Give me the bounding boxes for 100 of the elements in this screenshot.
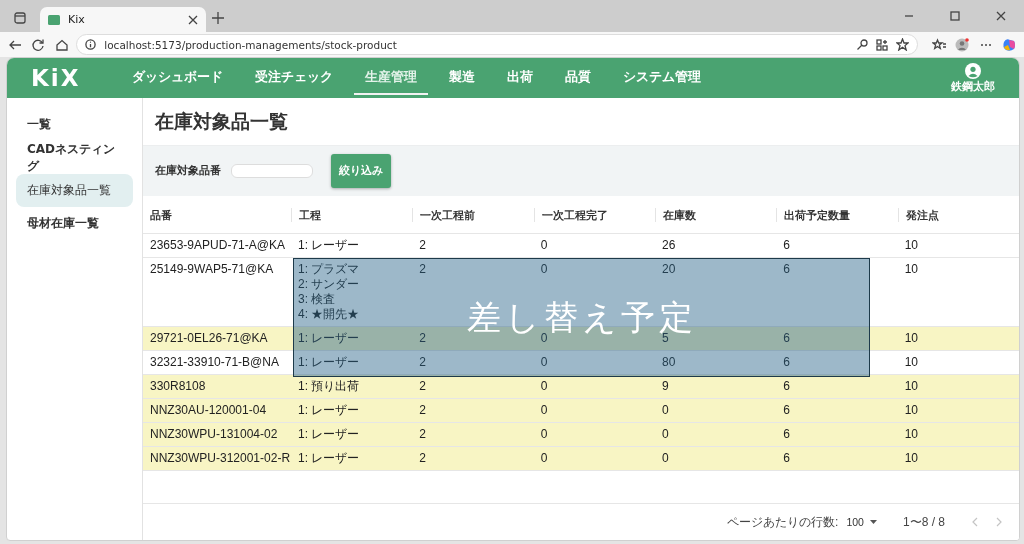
table-cell-text: NNZ30WPU-131004-02: [149, 427, 279, 442]
table-cell-text: 6: [782, 427, 791, 442]
table-cell-text: 6: [782, 331, 791, 346]
table-cell-text: 2: [418, 403, 427, 418]
table-cell-text: 80: [661, 355, 677, 370]
table-cell-text: 10: [903, 427, 919, 442]
url-text: localhost:5173/production-managements/stock-product: [104, 38, 398, 51]
table-cell-text: 1: レーザー: [298, 451, 361, 466]
table-cell-text: 2: [418, 238, 427, 253]
table-cell-text: 10: [903, 331, 919, 346]
column-header[interactable]: 発注点: [897, 207, 1019, 222]
user-icon[interactable]: [965, 62, 981, 79]
table-cell-text: 6: [782, 403, 791, 418]
tab-title: Kix: [68, 13, 86, 26]
column-header[interactable]: 一次工程完了: [533, 207, 655, 222]
table-cell-text: 0: [539, 355, 549, 370]
address-field[interactable]: localhost:5173/production-managements/stock-product: [76, 34, 919, 55]
user-name: 鉄鋼太郎: [951, 79, 995, 94]
assistant-icon[interactable]: [1002, 37, 1017, 52]
input-field[interactable]: [231, 164, 313, 178]
table-cell-text: 1: プラズマ: [298, 262, 361, 277]
grid-icon[interactable]: [876, 38, 889, 51]
table-cell-text: 2: [418, 379, 427, 394]
table-cell-text: 0: [661, 427, 670, 442]
table-cell-text: 0: [539, 451, 549, 466]
page-title: 在庫対象品一覧: [143, 98, 1019, 146]
table-cell-text: 2: [418, 451, 427, 466]
table-cell-text: 2: [418, 262, 427, 277]
column-header[interactable]: 在庫数: [655, 207, 777, 222]
table-cell-text: 2: [418, 355, 427, 370]
table-cell-text: 32321-33910-71-B@NA: [149, 355, 280, 370]
table-cell-text: 1: レーザー: [298, 331, 361, 346]
table-cell-text: 0: [539, 331, 548, 346]
table-cell-text: 6: [782, 451, 791, 466]
table-cell-text: 25149-9WAP5-71@KA: [149, 262, 275, 277]
window-icon[interactable]: [14, 12, 26, 24]
column-header[interactable]: 出荷予定数量: [776, 207, 898, 222]
table-cell-text: 23653-9APUD-71-A@KA: [149, 238, 286, 253]
table-cell-text: 10: [903, 262, 919, 277]
table-cell-text: 1: レーザー: [298, 238, 361, 253]
chevron-icon: [995, 517, 1003, 527]
sidebar-item[interactable]: 母材在庫一覧: [16, 207, 133, 240]
sidebar-item[interactable]: 在庫対象品一覧: [16, 174, 133, 207]
table-cell-text: 3: 検査: [298, 292, 337, 307]
info-icon: [85, 39, 97, 50]
table-cell-text: 2: [418, 427, 427, 442]
table-cell-text: 5: [662, 331, 669, 346]
table-cell-text: 0: [539, 379, 549, 394]
home-icon[interactable]: [54, 37, 69, 52]
maximize-icon[interactable]: [950, 11, 960, 21]
page-range: 1〜8 / 8: [902, 513, 945, 531]
table-cell-text: 6: [782, 355, 791, 370]
table-cell-text: 1: レーザー: [298, 427, 361, 442]
table-cell-text: 29721-0EL26-71@KA: [149, 331, 269, 346]
app-logo: KiX: [31, 65, 82, 91]
browser-tab[interactable]: Kix: [40, 7, 206, 32]
sidebar-item[interactable]: 一覧: [16, 108, 133, 141]
table-cell-text: 10: [903, 379, 919, 394]
table-cell-text: 10: [903, 238, 919, 253]
table-cell-text: 1: レーザー: [298, 355, 361, 370]
table-cell-text: 2: サンダー: [298, 277, 361, 292]
table-cell-text: 1: 預り出荷: [298, 379, 361, 394]
filter-label: 在庫対象品番: [155, 164, 221, 178]
table-cell-text: 6: [782, 262, 791, 277]
close-icon[interactable]: [996, 11, 1006, 21]
table-cell-text: NNZ30WPU-312001-02-R: [149, 451, 291, 466]
favorites-icon[interactable]: [931, 37, 946, 52]
new-tab-icon[interactable]: [212, 12, 224, 24]
star-icon[interactable]: [896, 38, 910, 51]
table-cell-text: 0: [539, 238, 549, 253]
table-cell-text: 6: [782, 238, 791, 253]
table-cell-text: 26: [661, 238, 677, 253]
table-cell-text: 0: [539, 262, 549, 277]
chevron-icon: [971, 517, 979, 527]
favicon: [48, 14, 60, 25]
table-cell-text: 20: [661, 262, 677, 277]
column-header[interactable]: 工程: [291, 207, 413, 222]
table-cell-text: 0: [661, 403, 670, 418]
rows-per-page-select[interactable]: 100: [846, 516, 877, 528]
table-cell-text: 10: [903, 451, 919, 466]
sidebar-item[interactable]: CADネスティング: [16, 141, 133, 174]
table-cell-text: 2: [418, 331, 427, 346]
table-cell-text: NNZ30AU-120001-04: [149, 403, 268, 418]
caret-icon: [869, 520, 877, 524]
reload-icon[interactable]: [31, 37, 46, 52]
table-cell-text: 10: [903, 403, 919, 418]
table-cell-text: 0: [661, 451, 670, 466]
table-cell-text: 6: [782, 379, 791, 394]
table-cell-text: 1: レーザー: [298, 403, 361, 418]
table-cell-text: 9: [661, 379, 670, 394]
table-cell-text: 10: [903, 355, 919, 370]
profile-icon[interactable]: [955, 37, 970, 52]
close-icon[interactable]: [188, 14, 198, 25]
table-cell-text: 330R8108: [149, 379, 207, 394]
table-cell-text: 0: [539, 427, 549, 442]
column-header[interactable]: 品番: [143, 207, 291, 222]
column-header[interactable]: 一次工程前: [412, 207, 534, 222]
rows-per-page-label: ページあたりの行数:: [727, 513, 839, 531]
table-cell-text: 0: [539, 403, 549, 418]
table-cell-text: 4: ★開先★: [298, 307, 361, 322]
